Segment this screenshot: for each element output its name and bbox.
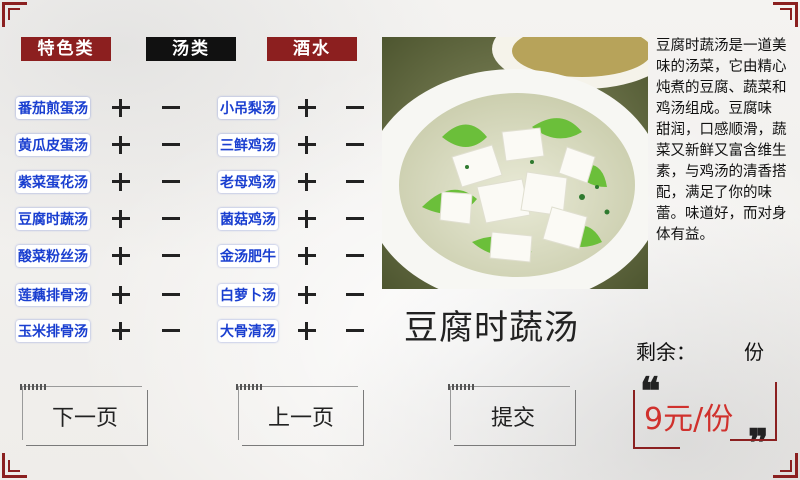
plus-icon[interactable]: [112, 286, 130, 304]
plus-icon[interactable]: [298, 99, 316, 117]
minus-icon[interactable]: [162, 210, 180, 228]
tab-soup[interactable]: 汤类: [146, 37, 236, 61]
frame-corner-bottom-right: [773, 453, 798, 478]
menu-item-left-4[interactable]: 豆腐时蔬汤: [16, 208, 90, 230]
menu-item-right-4[interactable]: 菌菇鸡汤: [218, 208, 278, 230]
minus-icon[interactable]: [346, 99, 364, 117]
minus-icon[interactable]: [346, 247, 364, 265]
frame-corner-top-left: [2, 2, 27, 27]
menu-item-right-3[interactable]: 老母鸡汤: [218, 171, 278, 193]
tab-drinks[interactable]: 酒水: [267, 37, 357, 61]
next-page-button[interactable]: 下一页: [20, 384, 148, 446]
plus-icon[interactable]: [112, 173, 130, 191]
price-box: ❝ 9元/份 ❞: [630, 372, 780, 462]
minus-icon[interactable]: [162, 286, 180, 304]
prev-page-label: 上一页: [267, 406, 334, 431]
menu-item-left-7[interactable]: 玉米排骨汤: [16, 320, 90, 342]
menu-item-right-6[interactable]: 白萝卜汤: [218, 284, 278, 306]
menu-item-left-1[interactable]: 番茄煎蛋汤: [16, 97, 90, 119]
minus-icon[interactable]: [346, 136, 364, 154]
plus-icon[interactable]: [112, 136, 130, 154]
menu-item-right-7[interactable]: 大骨清汤: [218, 320, 278, 342]
next-page-label: 下一页: [51, 406, 118, 431]
plus-icon[interactable]: [298, 322, 316, 340]
plus-icon[interactable]: [298, 210, 316, 228]
prev-page-button[interactable]: 上一页: [236, 384, 364, 446]
minus-icon[interactable]: [162, 99, 180, 117]
menu-item-left-6[interactable]: 莲藕排骨汤: [16, 284, 90, 306]
menu-item-right-1[interactable]: 小吊梨汤: [218, 97, 278, 119]
button-dots: [20, 384, 46, 390]
minus-icon[interactable]: [162, 136, 180, 154]
tab-specialty[interactable]: 特色类: [21, 37, 111, 61]
dish-description: 豆腐时蔬汤是一道美味的汤菜，它由精心炖煮的豆腐、蔬菜和鸡汤组成。豆腐味 甜润，口…: [656, 38, 787, 243]
menu-item-left-5[interactable]: 酸菜粉丝汤: [16, 245, 90, 267]
plus-icon[interactable]: [298, 247, 316, 265]
plus-icon[interactable]: [112, 322, 130, 340]
menu-item-right-5[interactable]: 金汤肥牛: [218, 245, 278, 267]
menu-item-left-2[interactable]: 黄瓜皮蛋汤: [16, 134, 90, 156]
button-dots: [236, 384, 262, 390]
frame-corner-top-right: [773, 2, 798, 27]
plus-icon[interactable]: [298, 173, 316, 191]
minus-icon[interactable]: [162, 322, 180, 340]
minus-icon[interactable]: [162, 173, 180, 191]
plus-icon[interactable]: [298, 286, 316, 304]
stock-unit: 份: [744, 340, 764, 364]
submit-label: 提交: [490, 406, 535, 431]
plus-icon[interactable]: [298, 136, 316, 154]
stock-label: 剩余：: [636, 340, 696, 364]
plus-icon[interactable]: [112, 99, 130, 117]
submit-button[interactable]: 提交: [448, 384, 576, 446]
dish-title: 豆腐时蔬汤: [404, 308, 579, 348]
menu-item-left-3[interactable]: 紫菜蛋花汤: [16, 171, 90, 193]
frame-corner-bottom-left: [2, 453, 27, 478]
minus-icon[interactable]: [346, 210, 364, 228]
minus-icon[interactable]: [162, 247, 180, 265]
minus-icon[interactable]: [346, 322, 364, 340]
menu-item-right-2[interactable]: 三鲜鸡汤: [218, 134, 278, 156]
plus-icon[interactable]: [112, 247, 130, 265]
button-dots: [448, 384, 474, 390]
minus-icon[interactable]: [346, 286, 364, 304]
plus-icon[interactable]: [112, 210, 130, 228]
dish-photo: [382, 37, 648, 289]
minus-icon[interactable]: [346, 173, 364, 191]
